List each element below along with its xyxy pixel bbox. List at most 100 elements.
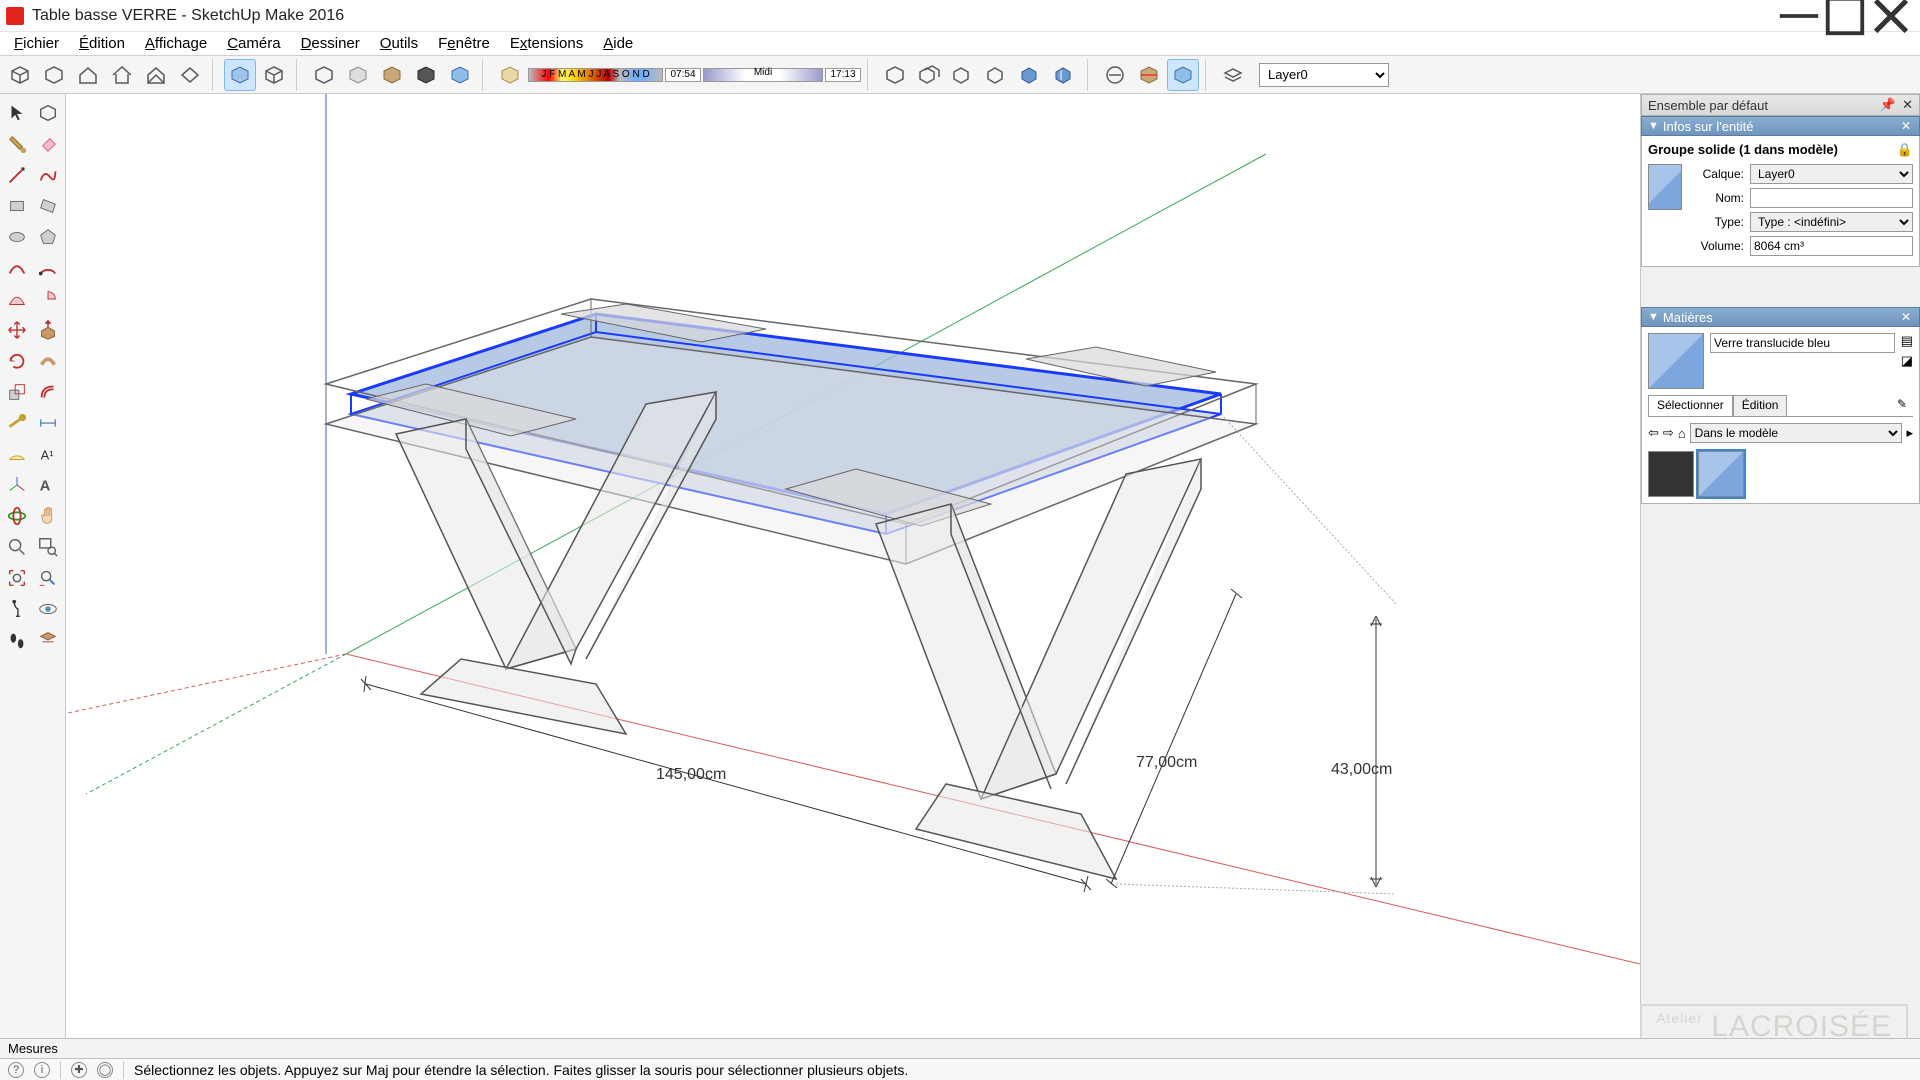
menu-aide[interactable]: Aide	[593, 33, 643, 54]
lock-icon[interactable]: 🔒	[1897, 142, 1913, 158]
materials-tab-edit[interactable]: Édition	[1733, 395, 1788, 416]
menu-outils[interactable]: Outils	[370, 33, 428, 54]
solid-2[interactable]	[913, 59, 945, 91]
move-tool[interactable]	[2, 315, 31, 344]
tool-iso-front[interactable]	[4, 59, 36, 91]
entity-material-swatch[interactable]	[1648, 164, 1682, 210]
solid-5[interactable]	[1015, 59, 1047, 91]
style-shaded[interactable]	[224, 59, 256, 91]
dimension-tool[interactable]	[33, 408, 62, 437]
shadow-toggle[interactable]	[494, 59, 526, 91]
tray-close-icon[interactable]: ✕	[1902, 97, 1913, 113]
arc2-tool[interactable]	[33, 253, 62, 282]
tool-home[interactable]	[72, 59, 104, 91]
close-icon[interactable]: ✕	[1899, 310, 1913, 324]
3dtext-tool[interactable]: A	[33, 470, 62, 499]
eraser-tool[interactable]	[33, 129, 62, 158]
layer-select[interactable]: Layer0	[1259, 63, 1389, 87]
style-shaded-tex[interactable]	[342, 59, 374, 91]
rotated-rect-tool[interactable]	[33, 191, 62, 220]
material-name-input[interactable]	[1710, 333, 1895, 353]
circle-tool[interactable]	[2, 222, 31, 251]
followme-tool[interactable]	[33, 346, 62, 375]
shadow-time-slider[interactable]: Midi	[703, 68, 823, 82]
arc3-tool[interactable]	[2, 284, 31, 313]
tool-front[interactable]	[106, 59, 138, 91]
materials-tab-select[interactable]: Sélectionner	[1648, 395, 1733, 416]
style-hidden[interactable]	[308, 59, 340, 91]
style-wireframe[interactable]	[258, 59, 290, 91]
position-camera-tool[interactable]	[2, 594, 31, 623]
entity-name-input[interactable]	[1750, 188, 1913, 208]
material-scope-select[interactable]: Dans le modèle	[1690, 423, 1903, 443]
style-5[interactable]	[410, 59, 442, 91]
menu-extensions[interactable]: Extensions	[500, 33, 593, 54]
pan-tool[interactable]	[33, 501, 62, 530]
offset-tool[interactable]	[33, 377, 62, 406]
paint-tool[interactable]	[2, 129, 31, 158]
tray-title[interactable]: Ensemble par défaut 📌 ✕	[1641, 94, 1920, 116]
pushpull-tool[interactable]	[33, 315, 62, 344]
user-icon[interactable]: ◯	[97, 1062, 113, 1078]
nav-fwd-icon[interactable]: ⇨	[1663, 425, 1674, 441]
material-menu-icon[interactable]: ▸	[1906, 425, 1913, 441]
zoom-tool[interactable]	[2, 532, 31, 561]
solid-3[interactable]	[947, 59, 979, 91]
current-material-swatch[interactable]	[1648, 333, 1704, 389]
maximize-button[interactable]	[1822, 0, 1868, 32]
solid-6[interactable]	[1049, 59, 1081, 91]
section-plane-tool[interactable]	[33, 625, 62, 654]
panel-materials-header[interactable]: ▼Matières ✕	[1641, 307, 1920, 327]
protractor-tool[interactable]	[2, 439, 31, 468]
section-2[interactable]	[1133, 59, 1165, 91]
scale-tool[interactable]	[2, 377, 31, 406]
text-tool[interactable]: A¹	[33, 439, 62, 468]
solid-1[interactable]	[879, 59, 911, 91]
freehand-tool[interactable]	[33, 160, 62, 189]
orbit-tool[interactable]	[2, 501, 31, 530]
tool-side[interactable]	[140, 59, 172, 91]
tray-pin-icon[interactable]: 📌	[1880, 97, 1896, 113]
entity-layer-select[interactable]: Layer0	[1750, 164, 1913, 184]
geo-icon[interactable]: ✚	[71, 1062, 87, 1078]
style-mono[interactable]	[376, 59, 408, 91]
info-icon[interactable]: i	[34, 1062, 50, 1078]
section-1[interactable]	[1099, 59, 1131, 91]
panel-entity-info-header[interactable]: ▼Infos sur l'entité ✕	[1641, 116, 1920, 136]
zoom-extents-tool[interactable]	[2, 563, 31, 592]
rotate-tool[interactable]	[2, 346, 31, 375]
tape-tool[interactable]	[2, 408, 31, 437]
eyedropper-icon[interactable]: ✎	[1891, 395, 1913, 416]
menu-edition[interactable]: Édition	[69, 33, 135, 54]
pie-tool[interactable]	[33, 284, 62, 313]
component-tool[interactable]	[33, 98, 62, 127]
menu-fichier[interactable]: Fichier	[4, 33, 69, 54]
solid-4[interactable]	[981, 59, 1013, 91]
lookaround-tool[interactable]	[33, 594, 62, 623]
section-3[interactable]	[1167, 59, 1199, 91]
shadow-date-slider[interactable]: J F M A M J J A S O N D	[528, 68, 663, 82]
close-button[interactable]	[1868, 0, 1914, 32]
style-6[interactable]	[444, 59, 476, 91]
walk-tool[interactable]	[2, 625, 31, 654]
rectangle-tool[interactable]	[2, 191, 31, 220]
material-new-icon[interactable]: ▤	[1901, 333, 1913, 349]
minimize-button[interactable]	[1776, 0, 1822, 32]
select-tool[interactable]	[2, 98, 31, 127]
tool-top[interactable]	[174, 59, 206, 91]
menu-affichage[interactable]: Affichage	[135, 33, 217, 54]
zoom-window-tool[interactable]	[33, 532, 62, 561]
zoom-prev-tool[interactable]	[33, 563, 62, 592]
viewport-3d[interactable]: 145,00cm 77,00cm 43,00cm	[66, 94, 1640, 1038]
menu-camera[interactable]: Caméra	[217, 33, 290, 54]
help-icon[interactable]: ?	[8, 1062, 24, 1078]
arc-tool[interactable]	[2, 253, 31, 282]
nav-back-icon[interactable]: ⇦	[1648, 425, 1659, 441]
polygon-tool[interactable]	[33, 222, 62, 251]
material-swatch-1[interactable]	[1648, 451, 1694, 497]
axes-tool[interactable]	[2, 470, 31, 499]
material-swatch-2[interactable]	[1698, 451, 1744, 497]
material-default-icon[interactable]: ◪	[1901, 353, 1913, 369]
close-icon[interactable]: ✕	[1899, 119, 1913, 133]
tool-iso-back[interactable]	[38, 59, 70, 91]
